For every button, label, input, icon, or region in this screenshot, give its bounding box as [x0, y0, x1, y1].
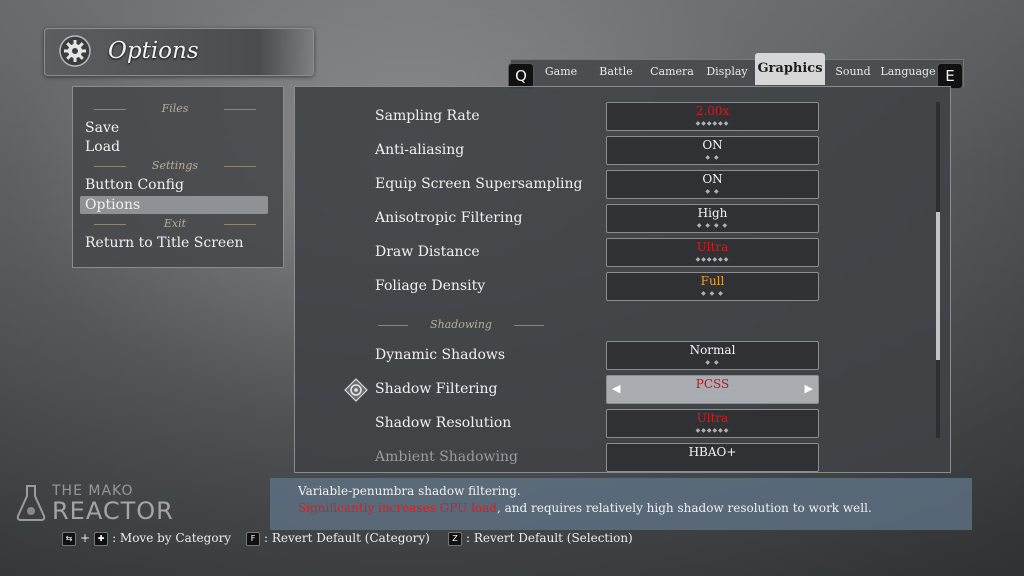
tab-language[interactable]: Language — [880, 60, 936, 84]
description-warning: Significantly increases GPU load — [298, 501, 497, 515]
description-line-1: Variable-penumbra shadow filtering. — [298, 484, 521, 498]
setting-label-sampling-rate: Sampling Rate — [375, 108, 480, 124]
f-key-icon: F — [246, 531, 260, 546]
footer-move-by-category: ⇆ + ✚: Move by Category — [62, 529, 231, 547]
setting-label-draw-distance: Draw Distance — [375, 244, 480, 260]
setting-label-shadow-resolution: Shadow Resolution — [375, 415, 512, 431]
z-key-icon: Z — [448, 531, 462, 546]
setting-label-anisotropic-filtering: Anisotropic Filtering — [375, 210, 523, 226]
level-dots: ◆ ◆ — [705, 154, 720, 161]
scrollbar-thumb[interactable] — [936, 212, 940, 360]
value-text: ON — [702, 138, 723, 152]
setting-value-sampling-rate[interactable]: 2.00x ◆◆◆◆◆◆ — [606, 102, 819, 131]
value-text: Ultra — [696, 240, 729, 254]
menu-section-exit: Exit — [90, 217, 260, 231]
description-line-2: Significantly increases GPU load, and re… — [298, 501, 872, 515]
footer-revert-selection[interactable]: Z : Revert Default (Selection) — [448, 529, 633, 547]
setting-value-foliage-density[interactable]: Full ◆ ◆ ◆ — [606, 272, 819, 301]
selection-cursor-icon — [344, 378, 368, 402]
menu-section-settings: Settings — [90, 159, 260, 173]
level-dots: ◆ ◆ — [705, 359, 720, 366]
menu-section-files: Files — [90, 102, 260, 116]
setting-label-anti-aliasing: Anti-aliasing — [375, 142, 465, 158]
section-header-shadowing: Shadowing — [378, 318, 544, 332]
level-dots: ◆ ◆ ◆ ◆ — [696, 222, 729, 229]
tab-sound[interactable]: Sound — [830, 60, 876, 84]
watermark-line-2: REACTOR — [52, 497, 174, 525]
setting-value-shadow-resolution[interactable]: Ultra ◆◆◆◆◆◆ — [606, 409, 819, 438]
value-text: Full — [700, 274, 725, 288]
gear-icon — [59, 35, 91, 67]
arrow-right-icon[interactable]: ▶ — [805, 382, 813, 395]
page-title: Options — [108, 38, 199, 64]
tab-graphics[interactable]: Graphics — [755, 53, 825, 85]
setting-value-ambient-shadowing[interactable]: HBAO+ — [606, 443, 819, 472]
setting-value-equip-supersampling[interactable]: ON ◆ ◆ — [606, 170, 819, 199]
setting-label-equip-supersampling: Equip Screen Supersampling — [375, 176, 583, 192]
setting-label-shadow-filtering: Shadow Filtering — [375, 381, 498, 397]
tab-battle[interactable]: Battle — [590, 60, 642, 84]
level-dots: ◆ ◆ — [705, 188, 720, 195]
dpad-icon: ✚ — [94, 531, 109, 546]
setting-value-shadow-filtering[interactable]: ◀ PCSS ◆ ◆ ◆ ▶ — [606, 375, 819, 404]
value-text: Ultra — [696, 411, 729, 425]
value-text: High — [697, 206, 728, 220]
value-text: Normal — [689, 343, 736, 357]
menu-item-options[interactable]: Options — [85, 196, 140, 214]
setting-label-ambient-shadowing: Ambient Shadowing — [375, 449, 518, 465]
menu-item-return-to-title[interactable]: Return to Title Screen — [85, 234, 244, 252]
setting-value-anisotropic-filtering[interactable]: High ◆ ◆ ◆ ◆ — [606, 204, 819, 233]
setting-value-dynamic-shadows[interactable]: Normal ◆ ◆ — [606, 341, 819, 370]
setting-label-dynamic-shadows: Dynamic Shadows — [375, 347, 506, 363]
setting-label-foliage-density: Foliage Density — [375, 278, 486, 294]
value-text: PCSS — [695, 377, 730, 391]
value-text: 2.00x — [695, 104, 730, 118]
select-button-icon: ⇆ — [62, 531, 76, 546]
description-rest: , and requires relatively high shadow re… — [496, 501, 872, 515]
level-dots: ◆◆◆◆◆◆ — [695, 120, 730, 127]
level-dots: ◆◆◆◆◆◆ — [695, 427, 730, 434]
menu-item-load[interactable]: Load — [85, 138, 120, 156]
value-text: HBAO+ — [688, 445, 737, 459]
tab-game[interactable]: Game — [536, 60, 586, 84]
footer-revert-selection-label: : Revert Default (Selection) — [466, 531, 633, 545]
menu-item-button-config[interactable]: Button Config — [85, 176, 184, 194]
level-dots: ◆◆◆◆◆◆ — [695, 256, 730, 263]
menu-item-save[interactable]: Save — [85, 119, 119, 137]
footer-revert-category-label: : Revert Default (Category) — [264, 531, 430, 545]
value-text: ON — [702, 172, 723, 186]
setting-value-anti-aliasing[interactable]: ON ◆ ◆ — [606, 136, 819, 165]
mako-reactor-logo-icon — [16, 485, 46, 521]
footer-revert-category[interactable]: F : Revert Default (Category) — [246, 529, 430, 547]
level-dots: ◆ ◆ ◆ — [701, 290, 724, 297]
setting-value-draw-distance[interactable]: Ultra ◆◆◆◆◆◆ — [606, 238, 819, 267]
tab-display[interactable]: Display — [702, 60, 752, 84]
level-dots: ◆ ◆ ◆ — [701, 393, 724, 400]
tab-camera[interactable]: Camera — [646, 60, 698, 84]
footer-move-label: : Move by Category — [112, 531, 232, 545]
